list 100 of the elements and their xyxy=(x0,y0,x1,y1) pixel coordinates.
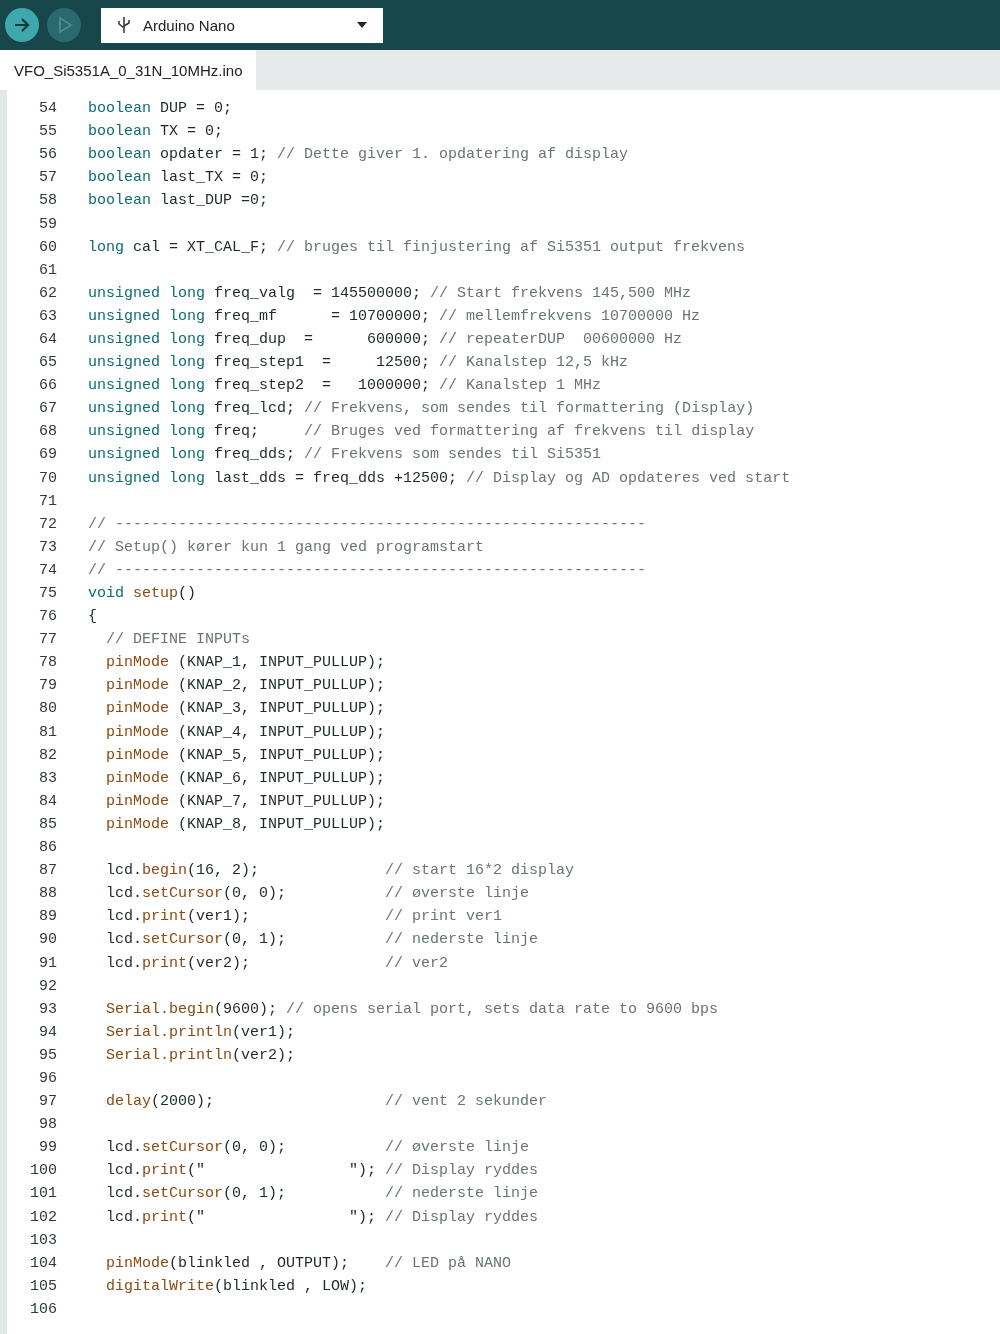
code-line: digitalWrite(blinkled , LOW); xyxy=(105,1277,368,1295)
code-line: pinMode(blinkled , OUTPUT); // LED på NANO xyxy=(105,1254,512,1272)
line-number: 75 xyxy=(38,585,57,602)
code-line: pinMode (KNAP_8, INPUT_PULLUP); xyxy=(105,815,386,833)
line-number: 60 xyxy=(38,238,57,256)
verify-button[interactable] xyxy=(5,8,39,42)
code-line: { xyxy=(88,608,97,626)
line-number: 77 xyxy=(38,631,57,649)
line-number: 99 xyxy=(38,1139,57,1157)
line-number: 63 xyxy=(38,307,57,325)
file-tab[interactable]: VFO_Si5351A_0_31N_10MHz.ino xyxy=(0,50,257,90)
line-number: 98 xyxy=(38,1116,57,1134)
line-number: 70 xyxy=(38,469,57,487)
line-number: 83 xyxy=(38,769,57,787)
code-line: pinMode (KNAP_4, INPUT_PULLUP); xyxy=(105,723,386,741)
line-number: 106 xyxy=(29,1300,57,1318)
line-number: 92 xyxy=(38,977,57,995)
line-number: 66 xyxy=(38,377,57,395)
code-line: lcd.setCursor(0, 1); // nederste linje xyxy=(105,931,539,949)
code-line: lcd.setCursor(0, 1); // nederste linje xyxy=(105,1185,539,1203)
code-line: boolean TX = 0; xyxy=(88,123,224,141)
code-line: lcd.print(ver2); // ver2 xyxy=(105,954,449,972)
code-line: boolean last_TX = 0; xyxy=(88,169,269,187)
line-number: 88 xyxy=(38,885,57,903)
code-line: pinMode (KNAP_3, INPUT_PULLUP); xyxy=(105,700,386,718)
line-number: 79 xyxy=(38,677,57,695)
code-line: unsigned long freq_dup = 600000; // repeaterDUP 00600000 Hz xyxy=(88,331,683,348)
code-line: unsigned long freq_lcd; // Frekvens, som sendes til formattering (Display) xyxy=(88,400,755,418)
code-line: pinMode (KNAP_1, INPUT_PULLUP); xyxy=(105,654,386,672)
line-number: 97 xyxy=(38,1093,57,1111)
line-number: 64 xyxy=(38,331,57,348)
code-line: lcd.print(" "); // Display ryddes xyxy=(105,1208,539,1226)
code-line: boolean last_DUP =0; xyxy=(88,192,269,210)
line-number: 86 xyxy=(38,839,57,857)
line-number: 95 xyxy=(38,1046,57,1064)
line-number: 67 xyxy=(38,400,57,418)
line-number: 105 xyxy=(29,1277,57,1295)
line-number: 81 xyxy=(38,723,57,741)
code-line: lcd.print(ver1); // print ver1 xyxy=(105,908,503,926)
line-number: 93 xyxy=(38,1000,57,1018)
code-line: unsigned long freq; // Bruges ved formattering af frekvens til display xyxy=(88,423,755,441)
code-line: pinMode (KNAP_2, INPUT_PULLUP); xyxy=(105,677,386,695)
line-number: 69 xyxy=(38,446,57,464)
line-number: 68 xyxy=(38,423,57,441)
line-number: 55 xyxy=(38,123,57,141)
line-number: 89 xyxy=(38,908,57,926)
line-number: 90 xyxy=(38,931,57,949)
line-number: 84 xyxy=(38,792,57,810)
code-line: pinMode (KNAP_5, INPUT_PULLUP); xyxy=(105,746,386,764)
line-number: 85 xyxy=(38,815,57,833)
code-line: // ----------------------------------------------------------- xyxy=(88,515,647,533)
line-number: 94 xyxy=(38,1023,57,1041)
code-line: // Setup() kører kun 1 gang ved programstart xyxy=(88,538,485,556)
line-number: 61 xyxy=(38,261,57,279)
line-number: 101 xyxy=(29,1185,57,1203)
code-line: unsigned long freq_step2 = 1000000; // Kanalstep 1 MHz xyxy=(88,377,602,395)
code-line: lcd.setCursor(0, 0); // øverste linje xyxy=(105,885,530,903)
line-number: 82 xyxy=(38,746,57,764)
line-number: 57 xyxy=(38,169,57,187)
line-number: 54 xyxy=(38,100,57,118)
code-line: unsigned long last_dds = freq_dds +12500; // Display og AD opdateres ved start xyxy=(88,469,791,487)
caret-icon xyxy=(357,22,367,28)
line-number: 71 xyxy=(38,492,57,510)
code-line: lcd.begin(16, 2); // start 16*2 display xyxy=(105,862,575,880)
code-line: Serial.println(ver1); xyxy=(105,1023,296,1041)
line-number: 100 xyxy=(29,1162,57,1180)
code-line: // ----------------------------------------------------------- xyxy=(88,561,647,579)
code-line: Serial.begin(9600); // opens serial port, sets data rate to 9600 bps xyxy=(105,1000,719,1018)
code-line: boolean DUP = 0; xyxy=(88,100,233,118)
line-number: 73 xyxy=(38,538,57,556)
code-line: void setup() xyxy=(88,585,197,602)
line-number: 58 xyxy=(38,192,57,210)
line-number: 76 xyxy=(38,608,57,626)
code-line: unsigned long freq_mf = 10700000; // mellemfrekvens 10700000 Hz xyxy=(88,307,701,325)
line-number: 65 xyxy=(38,354,57,372)
code-line: pinMode (KNAP_7, INPUT_PULLUP); xyxy=(105,792,386,810)
code-line: unsigned long freq_step1 = 12500; // Kanalstep 12,5 kHz xyxy=(88,354,629,372)
board-selector[interactable]: Arduino Nano xyxy=(101,7,383,43)
line-number: 59 xyxy=(38,215,57,233)
code-line: // DEFINE INPUTs xyxy=(105,631,251,649)
line-number: 80 xyxy=(38,700,57,718)
line-number: 56 xyxy=(38,146,57,164)
code-line: unsigned long freq_dds; // Frekvens som sendes til Si5351 xyxy=(88,446,602,464)
line-number: 104 xyxy=(29,1254,57,1272)
code-line: pinMode (KNAP_6, INPUT_PULLUP); xyxy=(105,769,386,787)
line-number: 102 xyxy=(29,1208,57,1226)
code-line: Serial.println(ver2); xyxy=(105,1046,296,1064)
line-number: 91 xyxy=(38,954,57,972)
line-number: 62 xyxy=(38,284,57,302)
code-line: lcd.print(" "); // Display ryddes xyxy=(105,1162,539,1180)
usb-icon xyxy=(117,16,131,34)
line-number: 103 xyxy=(29,1231,57,1249)
line-number: 96 xyxy=(38,1070,57,1087)
code-line: long cal = XT_CAL_F; // bruges til finjustering af Si5351 output frekvens xyxy=(88,238,746,256)
line-number: 72 xyxy=(38,515,57,533)
line-number: 87 xyxy=(38,862,57,880)
line-number: 74 xyxy=(38,561,57,579)
line-number: 78 xyxy=(38,654,57,672)
code-line: boolean opdater = 1; // Dette giver 1. opdatering af display xyxy=(88,146,629,164)
code-line: unsigned long freq_valg = 145500000; // Start frekvens 145,500 MHz xyxy=(88,284,692,302)
